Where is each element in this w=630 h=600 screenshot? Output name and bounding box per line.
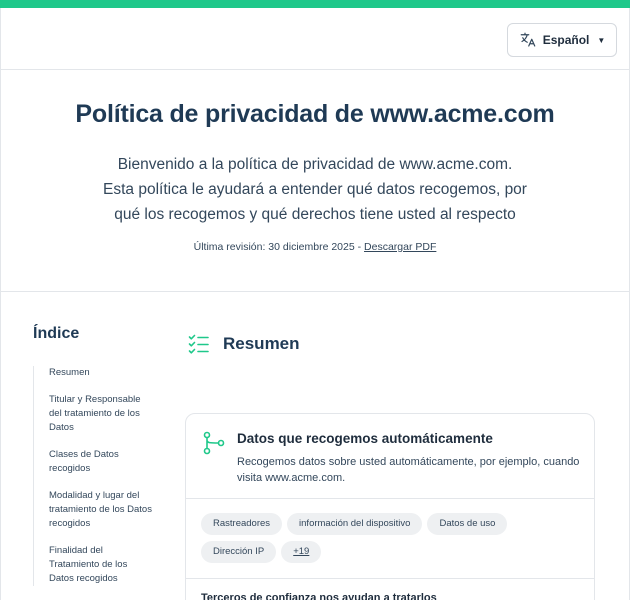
toc-item-finalidad[interactable]: Finalidad del Tratamiento de los Datos r… xyxy=(34,544,153,586)
toc-item-modalidad[interactable]: Modalidad y lugar del tratamiento de los… xyxy=(34,489,153,531)
card-footer-text: Terceros de confianza nos ayudan a trata… xyxy=(201,592,437,600)
card-header: Datos que recogemos automáticamente Reco… xyxy=(186,414,594,499)
checklist-icon xyxy=(188,334,209,354)
card-description: Recogemos datos sobre usted automáticame… xyxy=(237,456,580,484)
intro-line: qué los recogemos y qué derechos tiene u… xyxy=(114,206,516,223)
summary-title: Resumen xyxy=(223,334,300,353)
data-chips: Rastreadores información del dispositivo… xyxy=(201,513,581,563)
revision-info: Última revisión: 30 diciembre 2025 - Des… xyxy=(1,241,629,253)
chevron-down-icon: ▼ xyxy=(597,35,606,45)
card-title: Datos que recogemos automáticamente xyxy=(237,431,493,446)
intro-text: Bienvenido a la política de privacidad d… xyxy=(61,152,569,227)
toc-item-resumen[interactable]: Resumen xyxy=(34,366,153,380)
hero-section: Política de privacidad de www.acme.com B… xyxy=(1,70,629,292)
page-header: Español ▼ xyxy=(1,8,629,70)
page-title: Política de privacidad de www.acme.com xyxy=(75,100,555,128)
chip-ip-address: Dirección IP xyxy=(201,541,277,563)
summary-heading: Resumen xyxy=(188,333,300,355)
intro-line: Esta política le ayudará a entender qué … xyxy=(103,181,527,198)
branch-icon xyxy=(203,431,225,455)
card-divider xyxy=(186,578,594,579)
revision-text: Última revisión: 30 diciembre 2025 - xyxy=(193,241,365,253)
chip-device-info: información del dispositivo xyxy=(287,513,423,535)
toc-title: Índice xyxy=(33,325,80,342)
language-label: Español xyxy=(542,33,590,47)
toc-item-clases-datos[interactable]: Clases de Datos recogidos xyxy=(34,448,153,476)
toc-list: Resumen Titular y Responsable del tratam… xyxy=(33,366,153,586)
translate-icon xyxy=(520,32,536,47)
chip-more-button[interactable]: +19 xyxy=(281,541,322,563)
language-selector[interactable]: Español ▼ xyxy=(507,23,617,57)
auto-data-card: Datos que recogemos automáticamente Reco… xyxy=(185,413,595,600)
download-pdf-link[interactable]: Descargar PDF xyxy=(364,241,436,253)
chip-rastreadores: Rastreadores xyxy=(201,513,283,535)
toc-item-titular[interactable]: Titular y Responsable del tratamiento de… xyxy=(34,393,153,435)
top-accent-bar xyxy=(0,0,630,8)
intro-line: Bienvenido a la política de privacidad d… xyxy=(117,156,513,173)
chip-usage-data: Datos de uso xyxy=(427,513,508,535)
